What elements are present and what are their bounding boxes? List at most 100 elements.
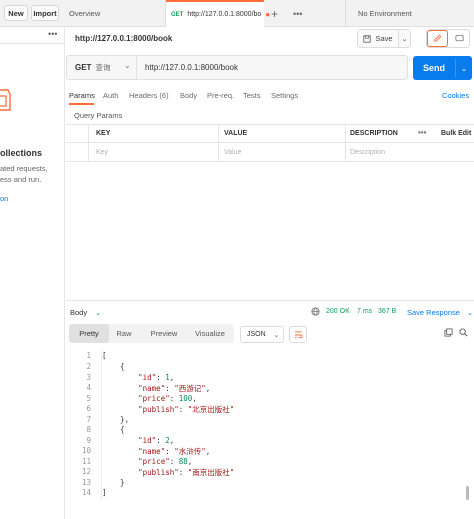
code-scrollbar[interactable] xyxy=(466,486,469,500)
code-line: } xyxy=(102,478,125,487)
tab-tests[interactable]: Tests xyxy=(243,91,261,100)
url-bar: GET 查询 ⌄ http://127.0.0.1:8000/book xyxy=(66,55,408,80)
line-number: 4 xyxy=(86,383,91,392)
table-header-border xyxy=(66,142,474,143)
line-number: 2 xyxy=(86,362,91,371)
sidebar-filter[interactable]: ••• xyxy=(0,28,65,44)
line-number: 10 xyxy=(81,446,91,455)
import-button[interactable]: Import xyxy=(31,5,59,21)
save-response-label: Save Response xyxy=(407,308,460,317)
table-more-icon[interactable]: ••• xyxy=(418,128,426,137)
save-disk-icon xyxy=(363,34,372,43)
sidebar: New Import ••• ollections ated requests,… xyxy=(0,0,65,519)
code-line: "id": 1, xyxy=(138,373,175,382)
query-params-label: Query Params xyxy=(74,111,123,120)
line-number: 14 xyxy=(81,488,91,497)
tab-overview[interactable]: Overview xyxy=(69,0,165,27)
collections-heading: ollections xyxy=(0,148,43,158)
comments-icon[interactable] xyxy=(450,30,469,47)
send-button[interactable]: Send xyxy=(413,56,455,80)
line-number: 8 xyxy=(86,425,91,434)
view-visualize-button[interactable]: Visualize xyxy=(188,324,232,343)
line-number: 9 xyxy=(86,436,91,445)
response-time[interactable]: 7 ms xyxy=(357,308,372,315)
copy-icon[interactable] xyxy=(444,328,453,337)
code-line: ] xyxy=(102,488,107,497)
code-line: [ xyxy=(102,351,107,360)
view-preview-button[interactable]: Preview xyxy=(142,324,186,343)
code-line: "publish": "南京出版社" xyxy=(138,468,235,477)
code-line: { xyxy=(102,362,125,371)
line-number: 13 xyxy=(81,478,91,487)
tab-prerequest[interactable]: Pre-req. xyxy=(207,91,234,100)
create-collection-link[interactable]: on xyxy=(0,194,8,203)
tab-request[interactable]: GET http://127.0.0.1:8000/bo ● xyxy=(166,0,270,27)
tab-auth[interactable]: Auth xyxy=(103,91,118,100)
col-value-header: VALUE xyxy=(224,130,248,137)
more-icon[interactable]: ••• xyxy=(48,29,57,39)
tab-body[interactable]: Body xyxy=(180,91,197,100)
format-label: JSON xyxy=(247,331,266,338)
line-number: 3 xyxy=(86,373,91,382)
collections-illustration-icon xyxy=(0,89,11,111)
environment-label: No Environment xyxy=(358,9,412,18)
table-bottom-border xyxy=(66,161,474,162)
new-tab-plus-icon[interactable]: + xyxy=(271,0,278,27)
response-body-tab[interactable]: Body ⌄ xyxy=(70,308,101,317)
view-toggle xyxy=(426,29,470,48)
key-input[interactable]: Key xyxy=(96,149,108,156)
line-number: 11 xyxy=(81,457,91,466)
tab-more-icon[interactable]: ••• xyxy=(293,0,302,27)
edit-pencil-icon[interactable] xyxy=(427,30,448,47)
method-label: GET xyxy=(75,63,92,72)
view-pretty-button[interactable]: Pretty xyxy=(69,324,109,343)
save-button-group: Save ⌄ xyxy=(357,29,411,48)
response-body-label: Body xyxy=(70,308,88,317)
table-top-border xyxy=(66,124,474,125)
response-size[interactable]: 367 B xyxy=(378,308,396,315)
save-response-button[interactable]: Save Response ⌄ xyxy=(407,308,473,317)
description-input[interactable]: Description xyxy=(350,149,385,156)
url-input[interactable]: http://127.0.0.1:8000/book xyxy=(145,63,238,72)
code-line: "price": 100, xyxy=(138,394,197,403)
response-pane-divider[interactable] xyxy=(66,300,474,301)
bulk-edit-link[interactable]: Bulk Edit xyxy=(441,130,471,137)
code-line: "name": "水浒传", xyxy=(138,447,211,456)
tab-params[interactable]: Params xyxy=(69,91,95,100)
body-chevron-down-icon: ⌄ xyxy=(95,310,102,317)
save-label: Save xyxy=(375,34,393,43)
tab-request-url: http://127.0.0.1:8000/bo xyxy=(187,11,262,18)
collections-desc-1: ated requests, xyxy=(0,164,48,173)
line-number: 7 xyxy=(86,415,91,424)
code-line: "price": 88, xyxy=(138,457,193,466)
col-key-header: KEY xyxy=(96,130,111,137)
code-line: "name": "西游记", xyxy=(138,384,211,393)
save-chevron-down-icon[interactable]: ⌄ xyxy=(398,30,410,47)
value-input[interactable]: Value xyxy=(224,149,241,156)
response-status[interactable]: 200 OK xyxy=(326,308,350,315)
tab-bar: Overview GET http://127.0.0.1:8000/bo ● … xyxy=(65,0,474,27)
method-select[interactable]: GET 查询 ⌄ xyxy=(67,56,137,79)
request-title[interactable]: http://127.0.0.1:8000/book xyxy=(75,34,172,43)
method-name: 查询 xyxy=(95,63,111,72)
format-select[interactable]: JSON ⌄ xyxy=(240,326,284,343)
col-divider xyxy=(345,124,346,161)
cookies-link[interactable]: Cookies xyxy=(442,91,469,100)
save-button[interactable]: Save xyxy=(358,30,398,47)
globe-icon[interactable] xyxy=(311,307,320,316)
tab-method: GET xyxy=(171,11,184,18)
wrap-lines-icon[interactable] xyxy=(289,326,307,343)
search-icon[interactable] xyxy=(459,328,468,337)
environment-selector[interactable]: No Environment xyxy=(358,0,468,27)
tab-headers[interactable]: Headers (6) xyxy=(129,91,169,100)
params-active-indicator xyxy=(69,103,94,105)
line-number: 5 xyxy=(86,394,91,403)
tab-settings[interactable]: Settings xyxy=(271,91,298,100)
col-divider xyxy=(88,124,89,161)
send-chevron-down-icon[interactable]: ⌄ xyxy=(456,56,472,80)
new-button[interactable]: New xyxy=(4,5,28,21)
code-line: "publish": "北京出版社" xyxy=(138,405,235,414)
view-raw-button[interactable]: Raw xyxy=(109,324,139,343)
method-chevron-down-icon: ⌄ xyxy=(124,61,131,70)
code-line: }, xyxy=(102,415,130,424)
